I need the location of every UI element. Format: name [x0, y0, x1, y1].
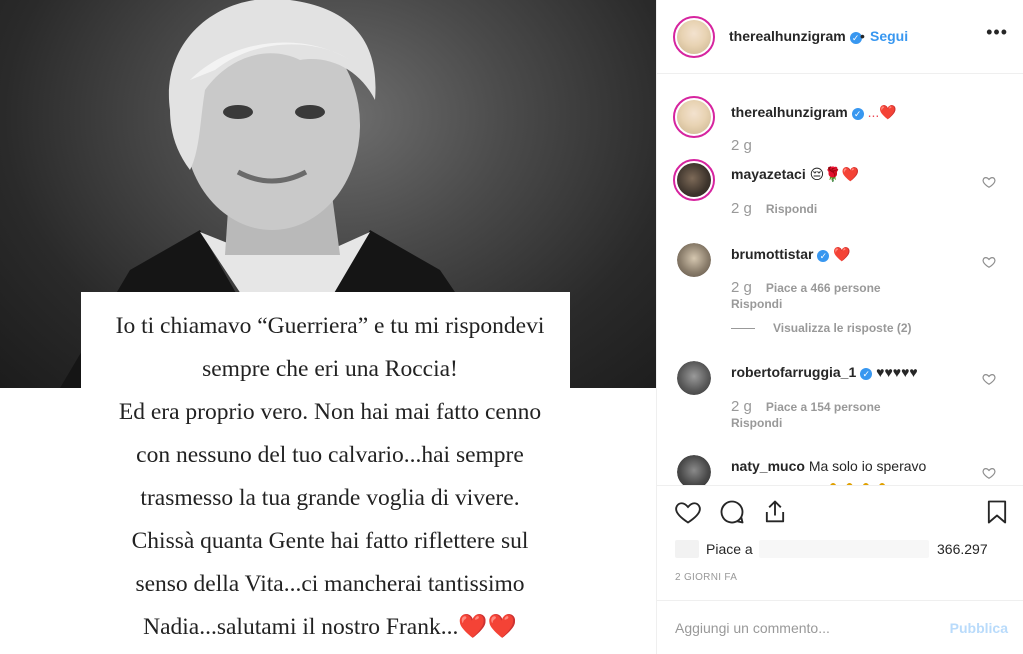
comments-list[interactable]: therealhunzigram ✓ ...❤️ 2 g mayazetaci 😔…: [657, 75, 1023, 485]
comment-input[interactable]: [675, 617, 935, 639]
comment-age: 2 g: [731, 137, 752, 154]
comment-avatar[interactable]: [673, 96, 715, 138]
comment-text: mayazetaci 😔🌹❤️: [731, 166, 859, 183]
verified-icon: ✓: [851, 108, 864, 120]
liker-avatar-blur: [675, 540, 699, 558]
comment-avatar[interactable]: [677, 455, 711, 485]
like-comment-icon[interactable]: [982, 466, 996, 480]
post-header: therealhunzigram ✓ • Segui •••: [657, 0, 1023, 74]
bookmark-icon[interactable]: [983, 498, 1011, 526]
comment-username[interactable]: robertofarruggia_1: [731, 364, 856, 380]
post-side-panel: therealhunzigram ✓ • Segui ••• therealhun…: [656, 0, 1023, 654]
publish-button[interactable]: Pubblica: [950, 620, 1008, 636]
quote-line: Io ti chiamavo “Guerriera” e tu mi rispo…: [115, 313, 545, 339]
reply-button[interactable]: Rispondi: [766, 202, 817, 216]
comment-body: ...❤️: [867, 104, 897, 120]
quote-line: Chissà quanta Gente hai fatto riflettere…: [131, 528, 529, 554]
comment-meta-reply: Rispondi: [731, 416, 782, 430]
comment-avatar-image: [677, 361, 711, 395]
comment-body: ❤️: [833, 246, 851, 262]
like-comment-icon[interactable]: [982, 175, 996, 189]
quote-line: Ed era proprio vero. Non hai mai fatto c…: [118, 399, 542, 425]
comment-body: Ma solo io speravo: [808, 458, 927, 474]
likes-prefix[interactable]: Piace a: [706, 541, 753, 557]
comment-age: 2 g: [731, 398, 752, 415]
comment-body: 😔🌹❤️: [809, 166, 860, 182]
comment-avatar[interactable]: [677, 361, 711, 395]
comment-username[interactable]: naty_muco: [731, 458, 805, 474]
follow-button[interactable]: Segui: [870, 28, 908, 44]
comment-age: 2 g: [731, 279, 752, 296]
comment-avatar-image: [677, 163, 711, 197]
likes-count[interactable]: 366.297: [937, 541, 988, 557]
reply-button[interactable]: Rispondi: [731, 297, 782, 311]
heart-icon[interactable]: [674, 498, 702, 526]
comment-text: naty_muco Ma solo io speravo: [731, 458, 926, 474]
quote-line: sempre che eri una Roccia!: [202, 356, 458, 382]
verified-icon: ✓: [860, 368, 873, 380]
comment-avatar[interactable]: [677, 243, 711, 277]
more-icon[interactable]: •••: [986, 22, 1008, 43]
share-icon[interactable]: [761, 498, 789, 526]
author-avatar-image: [677, 20, 711, 54]
comment-avatar-image: [677, 243, 711, 277]
like-comment-icon[interactable]: [982, 255, 996, 269]
quote-line-last: Nadia...salutami il nostro Frank...❤️❤️: [60, 606, 600, 649]
replies-divider: [731, 328, 755, 330]
comment-body: ♥♥♥♥♥: [876, 364, 918, 380]
comment-likes[interactable]: Piace a 466 persone: [766, 281, 881, 295]
quote-line: senso della Vita...ci mancherai tantissi…: [135, 571, 525, 597]
author-username-text[interactable]: therealhunzigram: [729, 28, 846, 44]
quote-line: con nessuno del tuo calvario...hai sempr…: [136, 442, 524, 468]
comment-text: robertofarruggia_1 ✓ ♥♥♥♥♥: [731, 364, 918, 380]
liker-names-blur: [759, 540, 929, 558]
comment-composer: Pubblica: [657, 600, 1023, 654]
comment-meta-reply: Rispondi: [731, 297, 782, 311]
comment-meta: 2 g: [731, 137, 766, 154]
comment-meta: 2 g Piace a 154 persone: [731, 398, 881, 415]
post-image[interactable]: Io ti chiamavo “Guerriera” e tu mi rispo…: [0, 0, 656, 654]
comment-text: brumottistar ✓ ❤️: [731, 246, 851, 263]
quote-hearts: ❤️❤️: [458, 614, 517, 640]
comment-meta: 2 g Piace a 466 persone: [731, 279, 881, 296]
header-separator: •: [860, 28, 865, 44]
view-replies-button[interactable]: Visualizza le risposte (2): [731, 321, 912, 335]
comment-avatar-image: [677, 100, 711, 134]
post-actions: Piace a 366.297 2 GIORNI FA: [657, 485, 1023, 600]
comment-icon[interactable]: [718, 498, 746, 526]
comment-username[interactable]: therealhunzigram: [731, 104, 848, 120]
comment-emoji-overflow: ● ● ● ●: [829, 477, 889, 485]
reply-button[interactable]: Rispondi: [731, 416, 782, 430]
view-replies-label[interactable]: Visualizza le risposte (2): [773, 321, 912, 335]
quote-line: trasmesso la tua grande voglia di vivere…: [140, 485, 520, 511]
comment-meta: 2 g Rispondi: [731, 200, 817, 217]
post-date[interactable]: 2 GIORNI FA: [675, 572, 737, 583]
author-avatar[interactable]: [673, 16, 715, 58]
comment-username[interactable]: brumottistar: [731, 246, 813, 262]
quote-text: Io ti chiamavo “Guerriera” e tu mi rispo…: [60, 305, 600, 649]
comment-avatar[interactable]: [673, 159, 715, 201]
like-comment-icon[interactable]: [982, 372, 996, 386]
quote-line: Nadia...salutami il nostro Frank...: [143, 614, 459, 640]
comment-age: 2 g: [731, 200, 752, 217]
comment-avatar-image: [677, 455, 711, 485]
comment-likes[interactable]: Piace a 154 persone: [766, 400, 881, 414]
verified-icon: ✓: [817, 250, 830, 262]
comment-username[interactable]: mayazetaci: [731, 166, 806, 182]
comment-text: therealhunzigram ✓ ...❤️: [731, 104, 897, 121]
author-username[interactable]: therealhunzigram ✓: [729, 28, 862, 44]
